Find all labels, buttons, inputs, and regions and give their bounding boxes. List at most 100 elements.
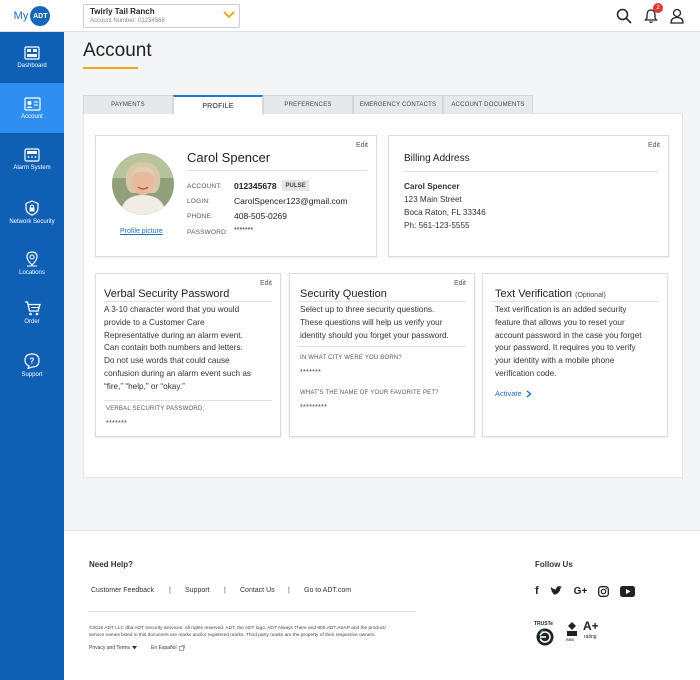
billing-phone: Ph: 561-123-5555: [404, 221, 470, 230]
verbal-field-divider: [104, 400, 272, 401]
profile-divider: [187, 170, 367, 171]
alarm-panel-icon: [24, 147, 40, 162]
verbal-password-card: Edit Verbal Security Password A 3-10 cha…: [95, 273, 281, 437]
activate-link[interactable]: Activate: [495, 389, 532, 398]
legal-text: ©2018 ADT LLC dba ADT Security Services.…: [89, 625, 419, 639]
account-icon: [23, 96, 41, 111]
shield-lock-icon: [25, 199, 39, 216]
brand-my-text: My: [13, 10, 29, 22]
brand-logo[interactable]: My ADT: [0, 0, 64, 32]
account-value: 012345678: [234, 181, 277, 191]
billing-edit-link[interactable]: Edit: [648, 142, 660, 149]
description-line: feature that allows you to reset your: [495, 317, 625, 327]
footer: [64, 530, 700, 680]
security-divider: [298, 301, 466, 302]
verbal-field-value: *******: [106, 420, 128, 427]
security-edit-link[interactable]: Edit: [454, 280, 466, 287]
instagram-icon[interactable]: [598, 585, 610, 597]
google-plus-icon[interactable]: G+: [574, 586, 588, 597]
legal-line: ©2018 ADT LLC dba ADT Security Services.…: [89, 626, 386, 631]
optional-label: (Optional): [575, 292, 606, 299]
profile-photo: [112, 153, 174, 215]
verbal-edit-link[interactable]: Edit: [260, 280, 272, 287]
description-line: “fire,” “help,” or “okay.”: [104, 381, 185, 391]
profile-card: Edit Profile picture Carol Spencer ACCOU…: [95, 135, 377, 257]
sidebar-item-support[interactable]: ? Support: [0, 340, 64, 390]
billing-city: Boca Raton, FL 33346: [404, 208, 486, 217]
facebook-icon[interactable]: f: [535, 585, 539, 597]
search-button[interactable]: [614, 6, 634, 26]
site-selector[interactable]: Twirly Tail Ranch Account Number: 012345…: [83, 4, 240, 28]
tab-profile[interactable]: PROFILE: [173, 95, 263, 115]
sidebar-item-account[interactable]: Account: [0, 83, 64, 133]
truste-label: TRUSTe: [534, 621, 554, 627]
footer-link-contact-us[interactable]: Contact Us: [240, 587, 275, 594]
account-label: ACCOUNT:: [187, 183, 222, 190]
page-title: Account: [83, 40, 152, 61]
sidebar-item-order[interactable]: Order: [0, 288, 64, 338]
security-answer-1: *******: [300, 369, 322, 376]
bbb-rating: A+ rating: [583, 619, 605, 641]
activate-label: Activate: [495, 389, 522, 398]
security-question-2: WHAT'S THE NAME OF YOUR FAVORITE PET?: [300, 390, 439, 396]
text-verification-description: Text verification is an added security f…: [495, 304, 642, 381]
text-verification-title: Text Verification (Optional): [495, 288, 606, 300]
billing-name: Carol Spencer: [404, 182, 460, 191]
follow-us-heading: Follow Us: [535, 560, 573, 569]
description-line: A 3-10 character word that you would: [104, 305, 240, 314]
profile-picture-link[interactable]: Profile picture: [120, 228, 163, 235]
security-title: Security Question: [300, 288, 387, 300]
footer-link-adt-com[interactable]: Go to ADT.com: [304, 587, 351, 594]
footer-link-support[interactable]: Support: [185, 587, 210, 594]
footer-link-customer-feedback[interactable]: Customer Feedback: [91, 587, 154, 594]
billing-card: Edit Billing Address Carol Spencer 123 M…: [388, 135, 669, 257]
privacy-terms-link[interactable]: Privacy and Terms: [89, 645, 138, 651]
phone-value: 408-505-0269: [234, 211, 287, 221]
verbal-divider: [104, 301, 272, 302]
description-line: Representative during an alarm event.: [104, 330, 243, 340]
security-question-card: Edit Security Question Select up to thre…: [289, 273, 475, 437]
sidebar-item-network-security[interactable]: Network Security: [0, 187, 64, 237]
text-verification-divider: [491, 301, 659, 302]
description-line: provide to a Customer Care: [104, 317, 205, 327]
youtube-icon[interactable]: [620, 585, 636, 597]
notification-count-badge: 2: [653, 3, 663, 13]
tab-payments[interactable]: PAYMENTS: [83, 95, 173, 114]
sidebar-item-dashboard[interactable]: Dashboard: [0, 32, 64, 82]
user-icon: [670, 8, 684, 24]
description-line: These questions will help us verify your: [300, 317, 443, 327]
search-icon: [616, 8, 632, 24]
top-bar: My ADT Twirly Tail Ranch Account Number:…: [0, 0, 700, 32]
billing-divider: [404, 171, 658, 172]
tab-preferences[interactable]: PREFERENCES: [263, 95, 353, 114]
tab-account-documents[interactable]: ACCOUNT DOCUMENTS: [443, 95, 533, 114]
twitter-icon[interactable]: [549, 586, 562, 596]
sidebar-item-label: Alarm System: [13, 164, 51, 171]
bbb-rating-label: rating: [584, 634, 597, 640]
description-line: Can contain both numbers and letters.: [104, 343, 243, 353]
caret-down-icon: [132, 646, 138, 650]
pulse-badge: PULSE: [282, 180, 309, 191]
description-line: verification code.: [495, 368, 557, 378]
sidebar-item-alarm-system[interactable]: Alarm System: [0, 134, 64, 184]
bbb-seal[interactable]: BBB: [566, 622, 580, 642]
truste-seal[interactable]: TRUSTe: [534, 621, 558, 647]
description-line: your password. It requires you to verify: [495, 343, 636, 353]
svg-text:?: ?: [30, 356, 35, 365]
account-tabs: PAYMENTS PROFILE PREFERENCES EMERGENCY C…: [83, 95, 533, 115]
password-label: PASSWORD:: [187, 229, 229, 236]
tab-emergency-contacts[interactable]: EMERGENCY CONTACTS: [353, 95, 443, 114]
sidebar-item-locations[interactable]: Locations: [0, 238, 64, 288]
text-verification-card: Text Verification (Optional) Text verifi…: [482, 273, 668, 437]
bbb-torch-icon: [567, 622, 577, 636]
title-underline: [83, 67, 138, 69]
description-line: Select up to three security questions.: [300, 305, 435, 314]
notifications-button[interactable]: 2: [641, 3, 663, 26]
avatar[interactable]: [112, 153, 174, 215]
profile-edit-link[interactable]: Edit: [356, 142, 368, 149]
site-name: Twirly Tail Ranch: [90, 7, 155, 16]
espanol-link[interactable]: En Español: [151, 645, 185, 651]
user-menu-button[interactable]: [667, 6, 687, 26]
espanol-label: En Español: [151, 645, 177, 651]
cart-icon: [24, 301, 41, 316]
